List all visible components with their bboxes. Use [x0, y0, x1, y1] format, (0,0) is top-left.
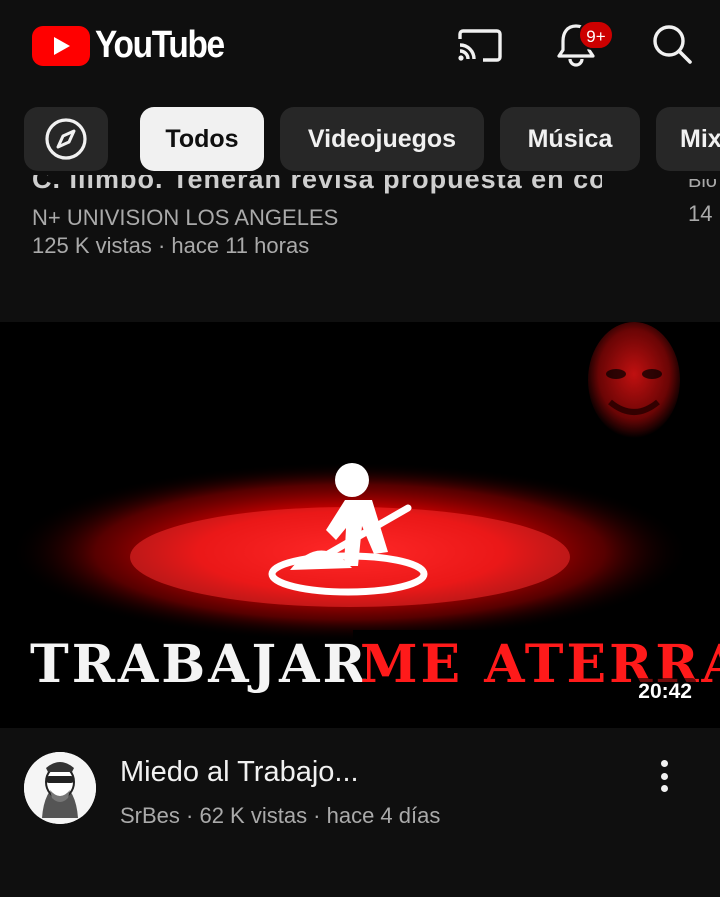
adjacent-video-title: Bio — [688, 179, 717, 191]
avatar-icon — [24, 752, 96, 824]
logo-text: YouTube — [95, 24, 225, 66]
chip-videojuegos[interactable]: Videojuegos — [280, 107, 484, 171]
previous-video-item[interactable]: C. Ilimbo. Teneran revisa propuesta en c… — [0, 171, 720, 321]
youtube-play-icon — [32, 25, 90, 66]
search-button[interactable] — [648, 20, 696, 68]
video-duration: 20:42 — [634, 678, 696, 706]
chip-mix[interactable]: Mix — [656, 107, 720, 171]
previous-video-channel: N+ UNIVISION LOS ANGELES — [32, 205, 339, 230]
category-chips: Todos Videojuegos Música Mix — [0, 107, 720, 171]
search-icon — [653, 25, 692, 64]
more-vertical-icon — [660, 760, 668, 767]
notification-badge: 9+ — [578, 20, 614, 50]
thumbnail-text-left: TRABAJAR — [30, 634, 369, 695]
adjacent-video-meta: 14 — [688, 201, 713, 226]
cast-icon — [458, 29, 502, 62]
channel-avatar[interactable] — [24, 752, 96, 824]
cast-button[interactable] — [456, 20, 504, 68]
chip-musica[interactable]: Música — [500, 107, 640, 171]
explore-chip[interactable] — [24, 107, 108, 171]
previous-video-meta: 125 K vistas · hace 11 horas — [32, 233, 310, 258]
video-title[interactable]: Miedo al Trabajo... — [120, 756, 359, 789]
video-meta: SrBes · 62 K vistas · hace 4 días — [120, 803, 441, 828]
compass-icon — [45, 118, 87, 160]
thumbnail-artwork: TRABAJAR ME ATERRA — [0, 322, 720, 728]
video-thumbnail[interactable]: TRABAJAR ME ATERRA 20:42 — [0, 322, 720, 728]
more-options-button[interactable] — [648, 756, 680, 796]
top-app-bar: YouTube 9+ — [0, 0, 720, 90]
youtube-logo[interactable]: YouTube — [32, 24, 241, 67]
previous-video-title: C. Ilimbo. Teneran revisa propuesta en c… — [32, 175, 602, 194]
chip-todos[interactable]: Todos — [140, 107, 264, 171]
